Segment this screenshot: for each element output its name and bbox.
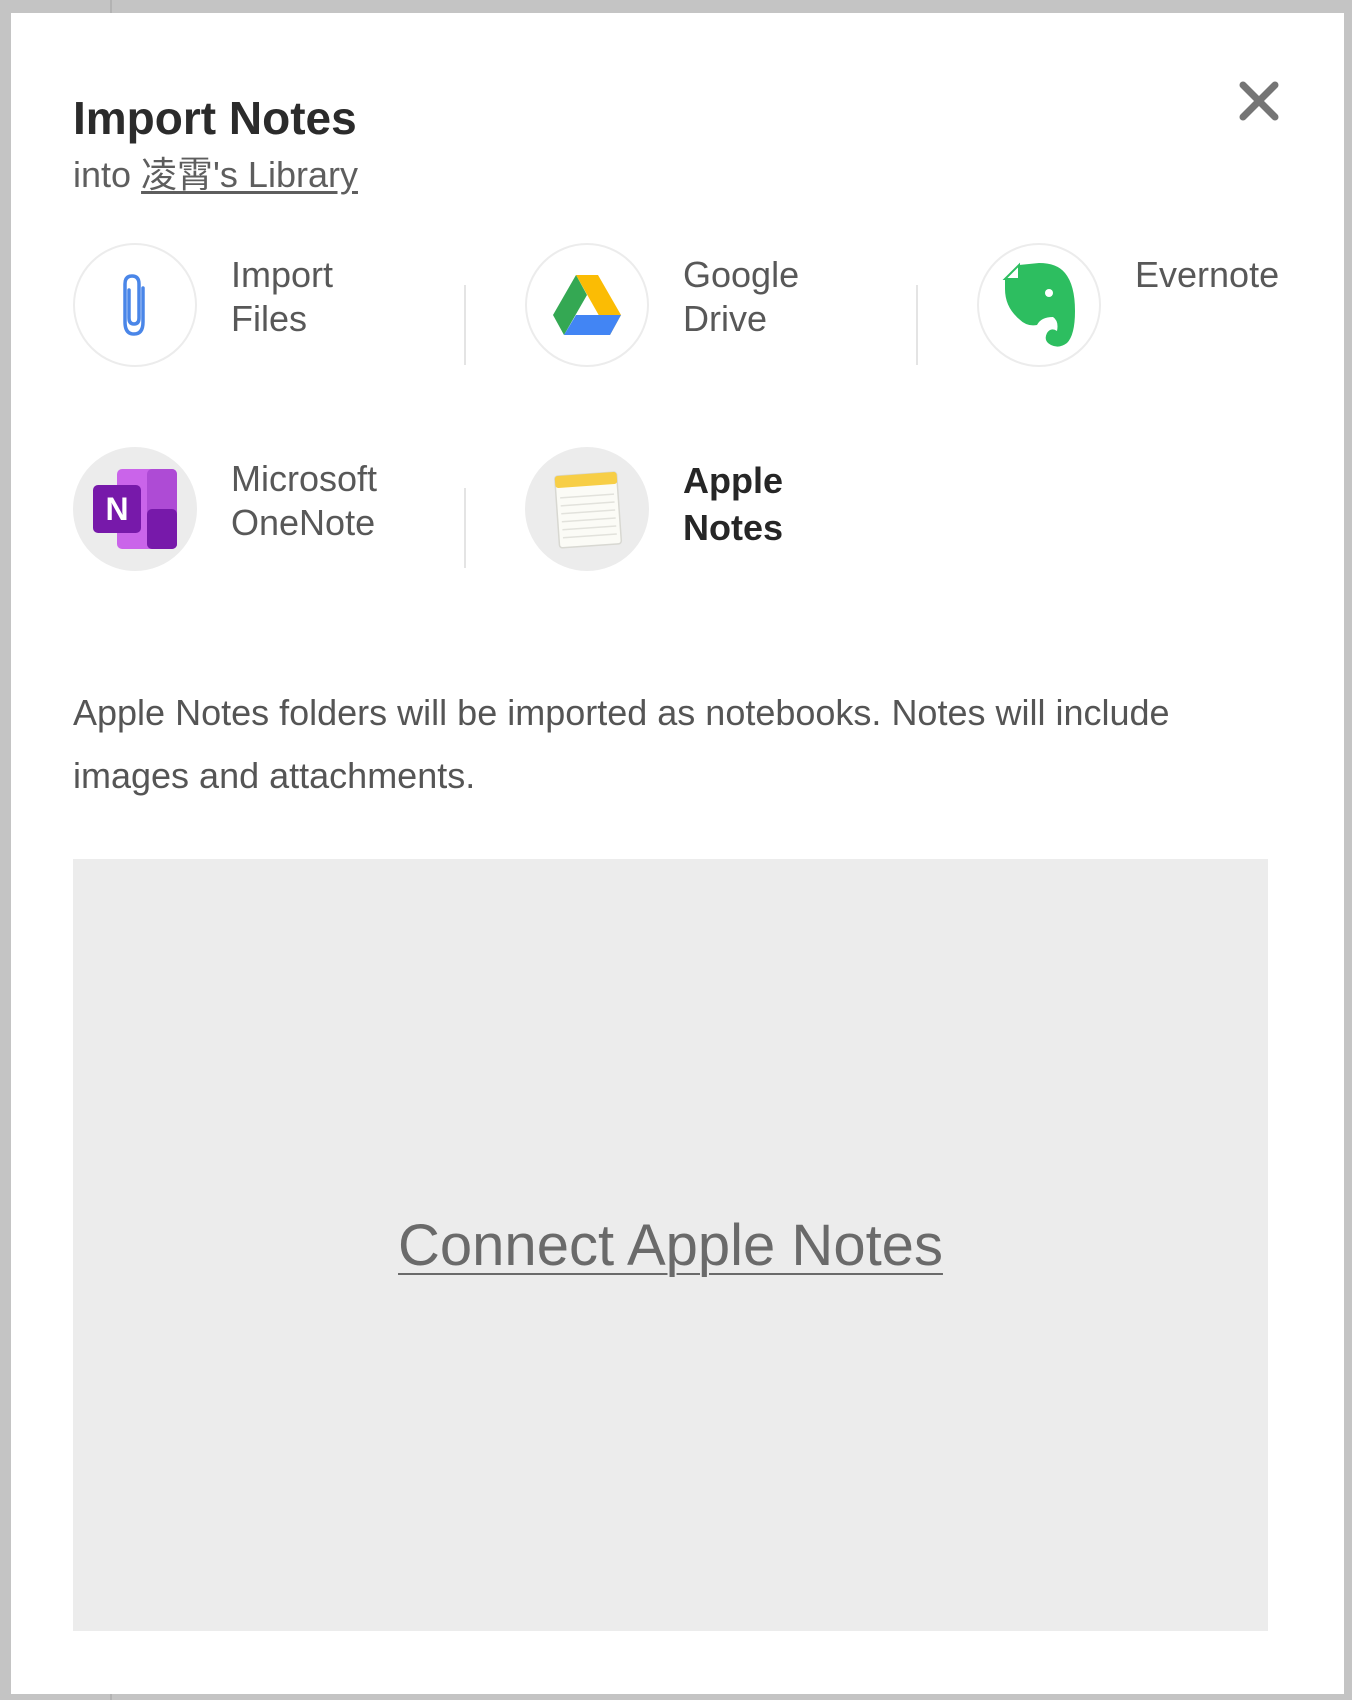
source-import-files[interactable]: Import Files	[73, 243, 413, 373]
close-icon	[1239, 81, 1279, 121]
google-drive-label: Google Drive	[683, 253, 799, 341]
apple-notes-label: Apple Notes	[683, 457, 783, 551]
import-files-label-line1: Import	[231, 254, 334, 295]
import-files-icon-circle	[73, 243, 197, 367]
dialog-subtitle: into 凌霄's Library	[73, 153, 358, 197]
onenote-label-line2: OneNote	[231, 502, 376, 543]
import-description: Apple Notes folders will be imported as …	[73, 692, 1170, 796]
import-files-label-line2: Files	[231, 298, 308, 339]
close-button[interactable]	[1233, 75, 1285, 127]
onenote-icon: N	[93, 469, 177, 549]
svg-text:N: N	[105, 491, 128, 527]
apple-notes-label-line2: Notes	[683, 507, 784, 548]
library-link[interactable]: 凌霄's Library	[141, 154, 358, 195]
apple-notes-label-line1: Apple	[683, 460, 784, 501]
evernote-icon	[1002, 262, 1075, 347]
google-drive-icon-circle	[525, 243, 649, 367]
apple-notes-icon-circle	[525, 447, 649, 571]
import-notes-dialog: Import Notes into 凌霄's Library Import Fi…	[11, 13, 1344, 1694]
evernote-label: Evernote	[1135, 253, 1279, 297]
evernote-icon-circle	[977, 243, 1101, 367]
source-microsoft-onenote[interactable]: N Microsoft OneNote	[73, 447, 413, 577]
onenote-label-line1: Microsoft	[231, 458, 378, 499]
onenote-icon-circle: N	[73, 447, 197, 571]
subtitle-prefix: into	[73, 154, 142, 195]
evernote-label-line1: Evernote	[1135, 254, 1280, 295]
connect-apple-notes-link[interactable]: Connect Apple Notes	[398, 1212, 943, 1279]
divider	[916, 285, 918, 365]
google-drive-label-line2: Drive	[683, 298, 768, 339]
source-apple-notes[interactable]: Apple Notes	[525, 447, 865, 577]
source-google-drive[interactable]: Google Drive	[525, 243, 865, 373]
divider	[464, 488, 466, 568]
google-drive-label-line1: Google	[683, 254, 800, 295]
dialog-title: Import Notes	[73, 92, 357, 144]
onenote-label: Microsoft OneNote	[231, 457, 377, 545]
paperclip-icon	[123, 274, 145, 336]
source-evernote[interactable]: Evernote	[977, 243, 1317, 373]
connect-panel: Connect Apple Notes	[73, 859, 1268, 1631]
apple-notes-icon	[554, 471, 623, 549]
google-drive-icon	[553, 275, 621, 335]
import-files-label: Import Files	[231, 253, 333, 341]
divider	[464, 285, 466, 365]
